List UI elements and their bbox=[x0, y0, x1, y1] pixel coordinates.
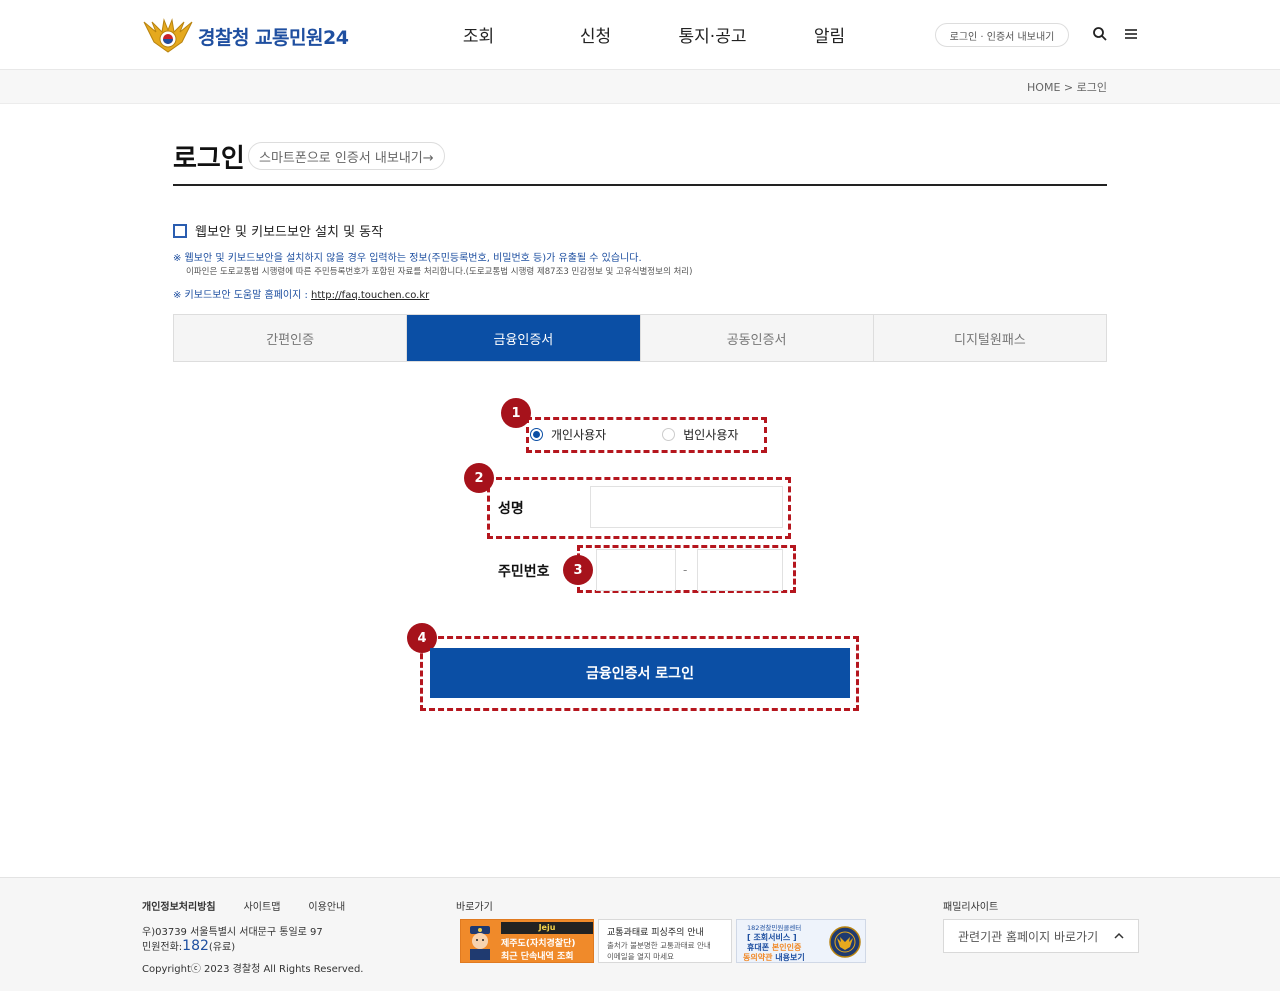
jeju-banner[interactable]: Jeju 제주도(자치경찰단) 최근 단속내역 조회 bbox=[460, 919, 594, 963]
nav-item-apply[interactable]: 신청 bbox=[537, 22, 654, 47]
jeju-banner-top: Jeju bbox=[501, 922, 593, 934]
phishing-warning-banner[interactable]: 교통과태료 피싱주의 안내 출처가 불분명한 교통과태료 안내 이메일을 열지 … bbox=[598, 919, 732, 963]
resident-number-back-input[interactable] bbox=[697, 549, 783, 591]
security-checkbox[interactable] bbox=[173, 223, 187, 238]
family-site-select-text: 관련기관 홈페이지 바로가기 bbox=[958, 929, 1099, 944]
call-center-banner-line-3a: 동의약관 bbox=[743, 953, 773, 962]
name-input[interactable] bbox=[590, 486, 783, 528]
financial-cert-login-button[interactable]: 금융인증서 로그인 bbox=[430, 648, 850, 698]
phishing-banner-title: 교통과태료 피싱주의 안내 bbox=[607, 928, 704, 938]
call-center-banner-line-2a: 휴대폰 bbox=[747, 943, 772, 952]
call-center-banner-line-3b: 내용보기 bbox=[772, 953, 805, 962]
page-title-row: 로그인 스마트폰으로 인증서 내보내기→ bbox=[173, 138, 1107, 186]
privacy-notice: 이파인은 도로교통법 시행령에 따른 주민등록번호가 포함된 자료를 처리합니다… bbox=[186, 267, 693, 277]
footer-phone-label: 민원전화: bbox=[142, 942, 183, 953]
footer-phone-suffix: (유료) bbox=[208, 942, 236, 953]
radio-corporate-label[interactable]: 법인사용자 bbox=[683, 426, 738, 443]
keyboard-help-notice: ※ 키보드보안 도움말 홈페이지 : http://faq.touchen.co… bbox=[173, 286, 429, 301]
nav-item-alert[interactable]: 알림 bbox=[771, 22, 888, 47]
call-center-banner-line-2b: 본인인증 bbox=[771, 943, 802, 952]
phishing-banner-line-1: 출처가 불분명한 교통과태료 안내 bbox=[607, 941, 711, 950]
footer-phone-number: 182 bbox=[182, 938, 209, 954]
security-checkbox-label: 웹보안 및 키보드보안 설치 및 동작 bbox=[195, 225, 384, 240]
tab-joint-cert[interactable]: 공동인증서 bbox=[640, 315, 874, 361]
login-export-button[interactable]: 로그인 · 인증서 내보내기 bbox=[935, 23, 1069, 47]
main-nav: 조회 신청 통지·공고 알림 bbox=[420, 22, 888, 47]
step-marker-1: 1 bbox=[501, 398, 531, 428]
step-marker-3: 3 bbox=[563, 555, 593, 585]
nav-item-inquiry[interactable]: 조회 bbox=[420, 22, 537, 47]
step-marker-2: 2 bbox=[464, 463, 494, 493]
shortcut-label: 바로가기 bbox=[456, 902, 493, 913]
radio-corporate[interactable] bbox=[662, 428, 676, 441]
page-title: 로그인 bbox=[173, 144, 245, 174]
search-icon[interactable] bbox=[1092, 26, 1108, 42]
footer-link-guide[interactable]: 이용안내 bbox=[308, 898, 345, 913]
phishing-banner-line-2: 이메일을 열지 마세요 bbox=[607, 952, 674, 961]
auth-tabs: 간편인증 금융인증서 공동인증서 디지털원패스 bbox=[173, 314, 1107, 362]
footer-address: 우)03739 서울특별시 서대문구 통일로 97 bbox=[142, 927, 323, 938]
tab-simple-auth[interactable]: 간편인증 bbox=[174, 315, 408, 361]
radio-individual[interactable] bbox=[530, 428, 543, 441]
resident-number-separator: - bbox=[683, 563, 688, 577]
security-checkbox-row[interactable]: 웹보안 및 키보드보안 설치 및 동작 bbox=[173, 221, 383, 240]
footer-link-sitemap[interactable]: 사이트맵 bbox=[244, 898, 281, 913]
breadcrumb-separator: > bbox=[1063, 81, 1074, 94]
footer-links: 개인정보처리방침 사이트맵 이용안내 bbox=[142, 898, 373, 913]
breadcrumb-current: 로그인 bbox=[1076, 81, 1107, 94]
user-type-radio-group: 개인사용자 법인사용자 bbox=[530, 426, 738, 443]
call-center-banner-small: 182경찰민원콜센터 bbox=[747, 924, 802, 932]
breadcrumb: HOME > 로그인 bbox=[1027, 79, 1107, 95]
site-logo[interactable]: 경찰청 교통민원24 bbox=[142, 16, 349, 56]
breadcrumb-band: HOME > 로그인 bbox=[0, 70, 1280, 104]
family-site-label: 패밀리사이트 bbox=[943, 902, 999, 913]
name-label: 성명 bbox=[498, 501, 524, 517]
tab-financial-cert[interactable]: 금융인증서 bbox=[407, 315, 641, 361]
police-mascot-icon bbox=[470, 926, 490, 960]
nav-item-notice[interactable]: 통지·공고 bbox=[654, 22, 771, 47]
jeju-banner-line-3: 최근 단속내역 조회 bbox=[501, 952, 574, 962]
site-header: 경찰청 교통민원24 조회 신청 통지·공고 알림 로그인 · 인증서 내보내기 bbox=[0, 0, 1280, 70]
keyboard-help-prefix: ※ 키보드보안 도움말 홈페이지 : bbox=[173, 290, 312, 301]
site-footer: 개인정보처리방침 사이트맵 이용안내 우)03739 서울특별시 서대문구 통일… bbox=[0, 877, 1280, 991]
footer-phone: 민원전화: 182 (유료) bbox=[142, 938, 235, 954]
jeju-banner-line-2: 제주도(자치경찰단) bbox=[501, 939, 576, 949]
logo-text: 경찰청 교통민원24 bbox=[198, 26, 349, 49]
footer-copyright: Copyrightⓒ 2023 경찰청 All Rights Reserved. bbox=[142, 964, 364, 975]
smartphone-export-button[interactable]: 스마트폰으로 인증서 내보내기→ bbox=[248, 142, 445, 170]
resident-number-label: 주민번호 bbox=[498, 564, 550, 580]
keyboard-help-link[interactable]: http://faq.touchen.co.kr bbox=[311, 290, 429, 301]
call-center-banner-line-3: 동의약관 내용보기 bbox=[743, 952, 805, 962]
chevron-up-icon bbox=[1114, 932, 1124, 939]
tab-digital-onepass[interactable]: 디지털원패스 bbox=[873, 315, 1106, 361]
call-center-banner[interactable]: 182경찰민원콜센터 [ 조회서비스 ] 휴대폰 본인인증 동의약관 내용보기 bbox=[736, 919, 866, 963]
police-emblem-icon bbox=[143, 18, 193, 53]
breadcrumb-home[interactable]: HOME bbox=[1027, 81, 1060, 94]
footer-link-privacy[interactable]: 개인정보처리방침 bbox=[142, 898, 216, 913]
hamburger-menu-icon[interactable] bbox=[1123, 26, 1139, 42]
family-site-select[interactable]: 관련기관 홈페이지 바로가기 bbox=[943, 919, 1139, 953]
police-seal-icon bbox=[829, 926, 861, 958]
radio-individual-label[interactable]: 개인사용자 bbox=[551, 426, 606, 443]
security-notice: ※ 웹보안 및 키보드보안을 설치하지 않을 경우 입력하는 정보(주민등록번호… bbox=[173, 253, 642, 264]
resident-number-front-input[interactable] bbox=[596, 549, 676, 591]
